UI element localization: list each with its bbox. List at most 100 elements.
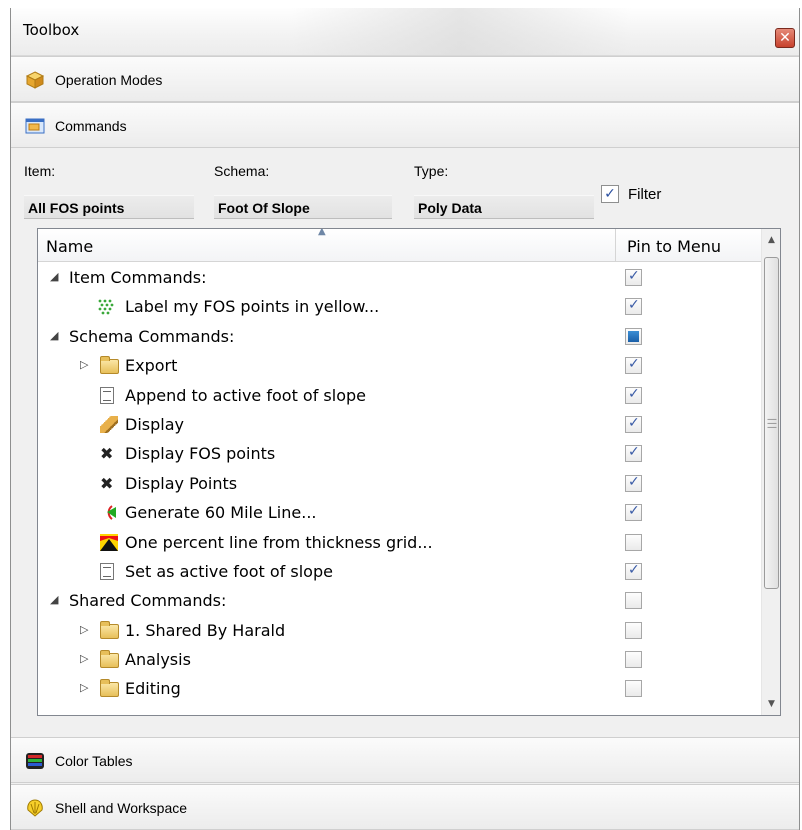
section-color-tables[interactable]: Color Tables [11, 737, 799, 783]
tree-row-label: Display [125, 414, 184, 434]
close-button[interactable]: ✕ [775, 28, 795, 48]
shell-icon [27, 799, 43, 817]
item-value[interactable]: All FOS points [24, 195, 194, 219]
points-icon: ✖ [100, 444, 114, 464]
expand-arrow-icon[interactable]: ▷ [80, 652, 88, 665]
tree-row-label: 1. Shared By Harald [125, 620, 286, 640]
tree-row[interactable]: Generate 60 Mile Line... [38, 498, 762, 527]
row-icon-wrap: ✖ [100, 469, 120, 498]
column-header-pin[interactable]: Pin to Menu [617, 229, 762, 262]
vertical-scrollbar[interactable]: ▲ — — — ▼ [761, 229, 780, 715]
pin-to-menu-checkbox[interactable] [625, 562, 642, 580]
collapse-arrow-icon[interactable]: ◢ [50, 593, 58, 606]
pencil-icon [100, 415, 118, 433]
schema-value[interactable]: Foot Of Slope [214, 195, 392, 219]
row-icon-wrap [100, 381, 120, 410]
tree-row[interactable]: ▷ 1. Shared By Harald [38, 616, 762, 645]
pin-to-menu-checkbox[interactable] [625, 533, 642, 551]
tree-row-label: Editing [125, 679, 181, 699]
row-icon-wrap [97, 292, 117, 321]
row-icon-wrap [100, 674, 120, 703]
expand-arrow-icon[interactable]: ▷ [80, 623, 88, 636]
tree-row[interactable]: Append to active foot of slope [38, 381, 762, 410]
pin-to-menu-checkbox[interactable] [625, 415, 642, 433]
grid-rows: ◢ Item Commands: Label my FOS points in ye… [38, 263, 762, 704]
tree-row-label: One percent line from thickness grid... [125, 532, 433, 552]
pin-to-menu-checkbox[interactable] [625, 680, 642, 698]
tree-row[interactable]: One percent line from thickness grid... [38, 528, 762, 557]
pin-to-menu-checkbox[interactable] [625, 444, 642, 463]
pin-to-menu-checkbox[interactable] [625, 621, 642, 639]
item-label: Item: [24, 163, 56, 179]
scrollbar-thumb[interactable]: — — — [764, 257, 779, 589]
pin-to-menu-checkbox[interactable] [625, 592, 642, 610]
tree-row-label: Shared Commands: [69, 591, 227, 611]
section-commands-label: Commands [55, 118, 127, 134]
title-bar[interactable]: Toolbox ✕ [11, 8, 799, 56]
tree-row-label: Analysis [125, 650, 191, 670]
pin-to-menu-checkbox[interactable] [625, 268, 642, 286]
filter-bar: Item: All FOS points Schema: Foot Of Slo… [11, 153, 799, 223]
row-icon-wrap [100, 557, 120, 586]
tree-row-label: Export [125, 356, 178, 376]
type-label: Type: [414, 163, 449, 179]
section-shell-workspace[interactable]: Shell and Workspace [11, 784, 799, 830]
commands-grid: ▲ Name Pin to Menu ◢ Item Commands: Label … [37, 228, 781, 716]
folder-icon [100, 620, 119, 639]
tree-row[interactable]: ✖ Display Points [38, 469, 762, 498]
folder-icon [100, 356, 119, 375]
pin-to-menu-checkbox[interactable] [625, 503, 642, 522]
grid-header: ▲ Name Pin to Menu [38, 229, 762, 262]
tree-row[interactable]: Set as active foot of slope [38, 557, 762, 586]
pin-to-menu-checkbox[interactable] [625, 474, 642, 492]
tree-row-label: Item Commands: [69, 268, 207, 287]
schema-label: Schema: [214, 163, 270, 179]
folder-icon [100, 650, 119, 669]
expand-arrow-icon[interactable]: ▷ [80, 681, 88, 694]
scroll-down-icon[interactable]: ▼ [762, 695, 780, 713]
filter-checkbox[interactable]: ✓ [601, 185, 619, 203]
tree-row[interactable]: ▷ Editing [38, 674, 762, 703]
type-value[interactable]: Poly Data [414, 195, 594, 219]
scroll-up-icon[interactable]: ▲ [762, 231, 780, 249]
collapse-arrow-icon[interactable]: ◢ [50, 270, 58, 283]
expand-arrow-icon[interactable]: ▷ [80, 358, 88, 371]
column-header-name-label: Name [46, 237, 94, 256]
tree-row[interactable]: ◢ Shared Commands: [38, 586, 762, 615]
tree-row[interactable]: ✖ Display FOS points [38, 439, 762, 468]
document-icon [100, 562, 114, 580]
commands-icon [25, 118, 45, 134]
tree-row[interactable]: Display [38, 410, 762, 439]
tree-row[interactable]: ◢ Schema Commands: [38, 322, 762, 351]
row-icon-wrap [100, 410, 120, 439]
row-icon-wrap [100, 528, 120, 557]
row-icon-wrap [100, 616, 120, 645]
pin-to-menu-checkbox[interactable] [625, 356, 642, 375]
row-icon-wrap: ✖ [100, 439, 120, 468]
column-header-name[interactable]: ▲ Name [38, 229, 616, 262]
pin-to-menu-checkbox[interactable] [625, 386, 642, 404]
folder-icon [100, 679, 119, 698]
tree-row-label: Generate 60 Mile Line... [125, 503, 317, 523]
tree-row[interactable]: ▷ Analysis [38, 645, 762, 674]
tree-row[interactable]: Label my FOS points in yellow... [38, 292, 762, 321]
grip-icon: — — — [767, 414, 777, 433]
filter-checkbox-label: Filter [628, 186, 662, 203]
document-icon [100, 386, 114, 404]
tree-row[interactable]: ◢ Item Commands: [38, 263, 762, 292]
tree-row-label: Display Points [125, 473, 238, 493]
row-icon-wrap [100, 645, 120, 674]
section-operation-modes[interactable]: Operation Modes [11, 56, 799, 102]
pin-to-menu-checkbox[interactable] [625, 651, 642, 669]
tree-row[interactable]: ▷ Export [38, 351, 762, 380]
pin-to-menu-checkbox[interactable] [625, 327, 642, 345]
cube-icon [25, 71, 45, 89]
section-commands[interactable]: Commands [11, 102, 799, 148]
collapse-arrow-icon[interactable]: ◢ [50, 329, 58, 342]
sort-ascending-icon: ▲ [318, 228, 326, 237]
row-icon-wrap [100, 498, 120, 527]
pin-to-menu-checkbox[interactable] [625, 297, 642, 316]
tree-row-label: Append to active foot of slope [125, 385, 366, 405]
tree-row-label: Set as active foot of slope [125, 561, 333, 581]
dotted-green-icon [98, 299, 114, 315]
